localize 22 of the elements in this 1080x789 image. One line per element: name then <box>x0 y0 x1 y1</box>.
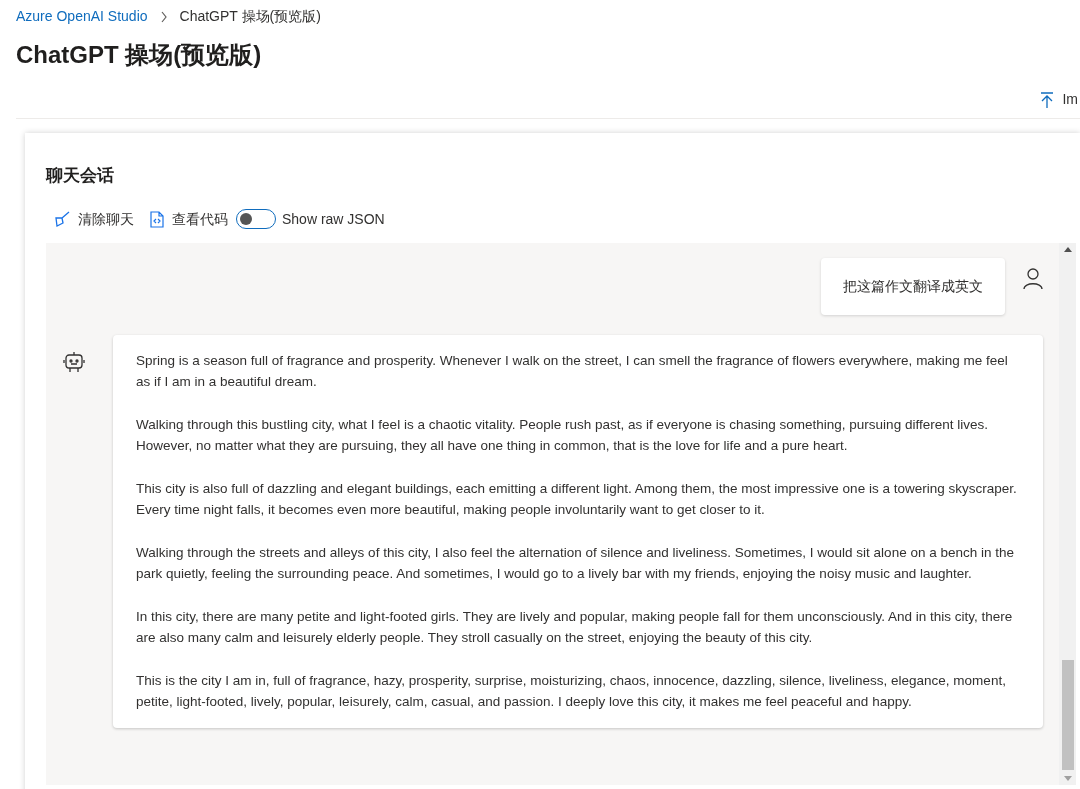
import-button[interactable]: Im <box>1040 89 1078 110</box>
user-message-bubble: 把这篇作文翻译成英文 <box>821 257 1005 315</box>
page-title: ChatGPT 操场(预览版) <box>15 40 263 70</box>
message-paragraph: Spring is a season full of fragrance and prosperity. Whenever I walk on the street, I can smell the fragrance of flowers everywhere, making me feel as if I am in a beautiful dream. <box>136 351 1009 391</box>
broom-icon <box>54 211 70 227</box>
upload-icon <box>1040 91 1055 108</box>
person-icon <box>1023 267 1043 290</box>
toolbar-button[interactable]: 清除聊天 <box>54 208 134 230</box>
message-paragraph: In this city, there are many petite and light-footed girls. They are lively and popular, making people fall for them unconsciously. And in this city, there are also many calm and leisurely elderly people. They stroll casually on the street, enjoying the beauty of this city. <box>136 607 1014 647</box>
robot-icon <box>63 350 85 373</box>
message-paragraph: Walking through this bustling city, what I feel is a chaotic vitality. People rush past, as if everyone is chasing something, pursuing different lives. However, no matter what they are pursuing, they all have one thing in common, that is the love for life and a pure heart. <box>136 415 989 455</box>
message-paragraph: This is the city I am in, full of fragrance, hazy, prosperity, surprise, moisturizing, chaos, innocence, dazzling, silence, liveliness, elegance, moment, petite, light-footed, lively, popular, leisurely, calm, casual, and passion. I deeply love this city, it makes me feel peaceful and happy. <box>136 671 1007 711</box>
breadcrumb-current: ChatGPT 操场(预览版) <box>179 7 321 26</box>
chevron-right-icon <box>159 10 168 23</box>
section-heading: 聊天会话 <box>46 165 115 187</box>
message-paragraph: This city is also full of dazzling and elegant buildings, each emitting a different light. Among them, the most impressive one is a towering skyscraper. Every time night falls, it becomes even more beautiful, making people involuntarily want to get closer to it. <box>136 479 1018 519</box>
toggle-switch[interactable] <box>236 209 276 229</box>
breadcrumb-link[interactable]: Azure OpenAI Studio <box>16 6 148 27</box>
message-paragraph: Walking through the streets and alleys of this city, I also feel the alternation of silence and liveliness. Sometimes, I would sit alone on a bench in the park quietly, feeling the surrounding peace. And sometimes, I would go to a lively bar with my friends, enjoying the noisy music and laughter. <box>136 543 1015 583</box>
toolbar-button[interactable]: 查看代码 <box>150 208 228 230</box>
code-file-icon <box>150 210 164 228</box>
toggle-label: Show raw JSON <box>282 209 385 229</box>
